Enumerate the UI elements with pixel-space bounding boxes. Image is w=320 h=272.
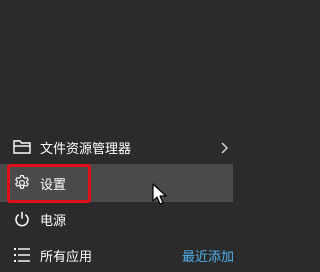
power-item[interactable]: 电源 <box>0 201 248 237</box>
recently-added-link[interactable]: 最近添加 <box>182 246 234 265</box>
file-explorer-item[interactable]: 文件资源管理器 <box>0 129 248 165</box>
power-icon <box>12 209 32 229</box>
settings-item[interactable]: 设置 <box>0 164 233 202</box>
all-apps-item[interactable]: 所有应用 最近添加 <box>0 237 248 272</box>
chevron-right-icon[interactable] <box>220 140 230 154</box>
power-label: 电源 <box>40 213 67 229</box>
gear-icon <box>12 173 32 193</box>
folder-icon <box>12 137 32 157</box>
start-menu: 文件资源管理器 设置 电源 所有应用 最近添加 <box>0 0 248 272</box>
all-apps-label: 所有应用 <box>40 249 93 265</box>
file-explorer-label: 文件资源管理器 <box>40 141 132 157</box>
mouse-cursor-icon <box>152 183 168 207</box>
settings-label: 设置 <box>40 177 67 193</box>
list-icon <box>12 245 32 265</box>
